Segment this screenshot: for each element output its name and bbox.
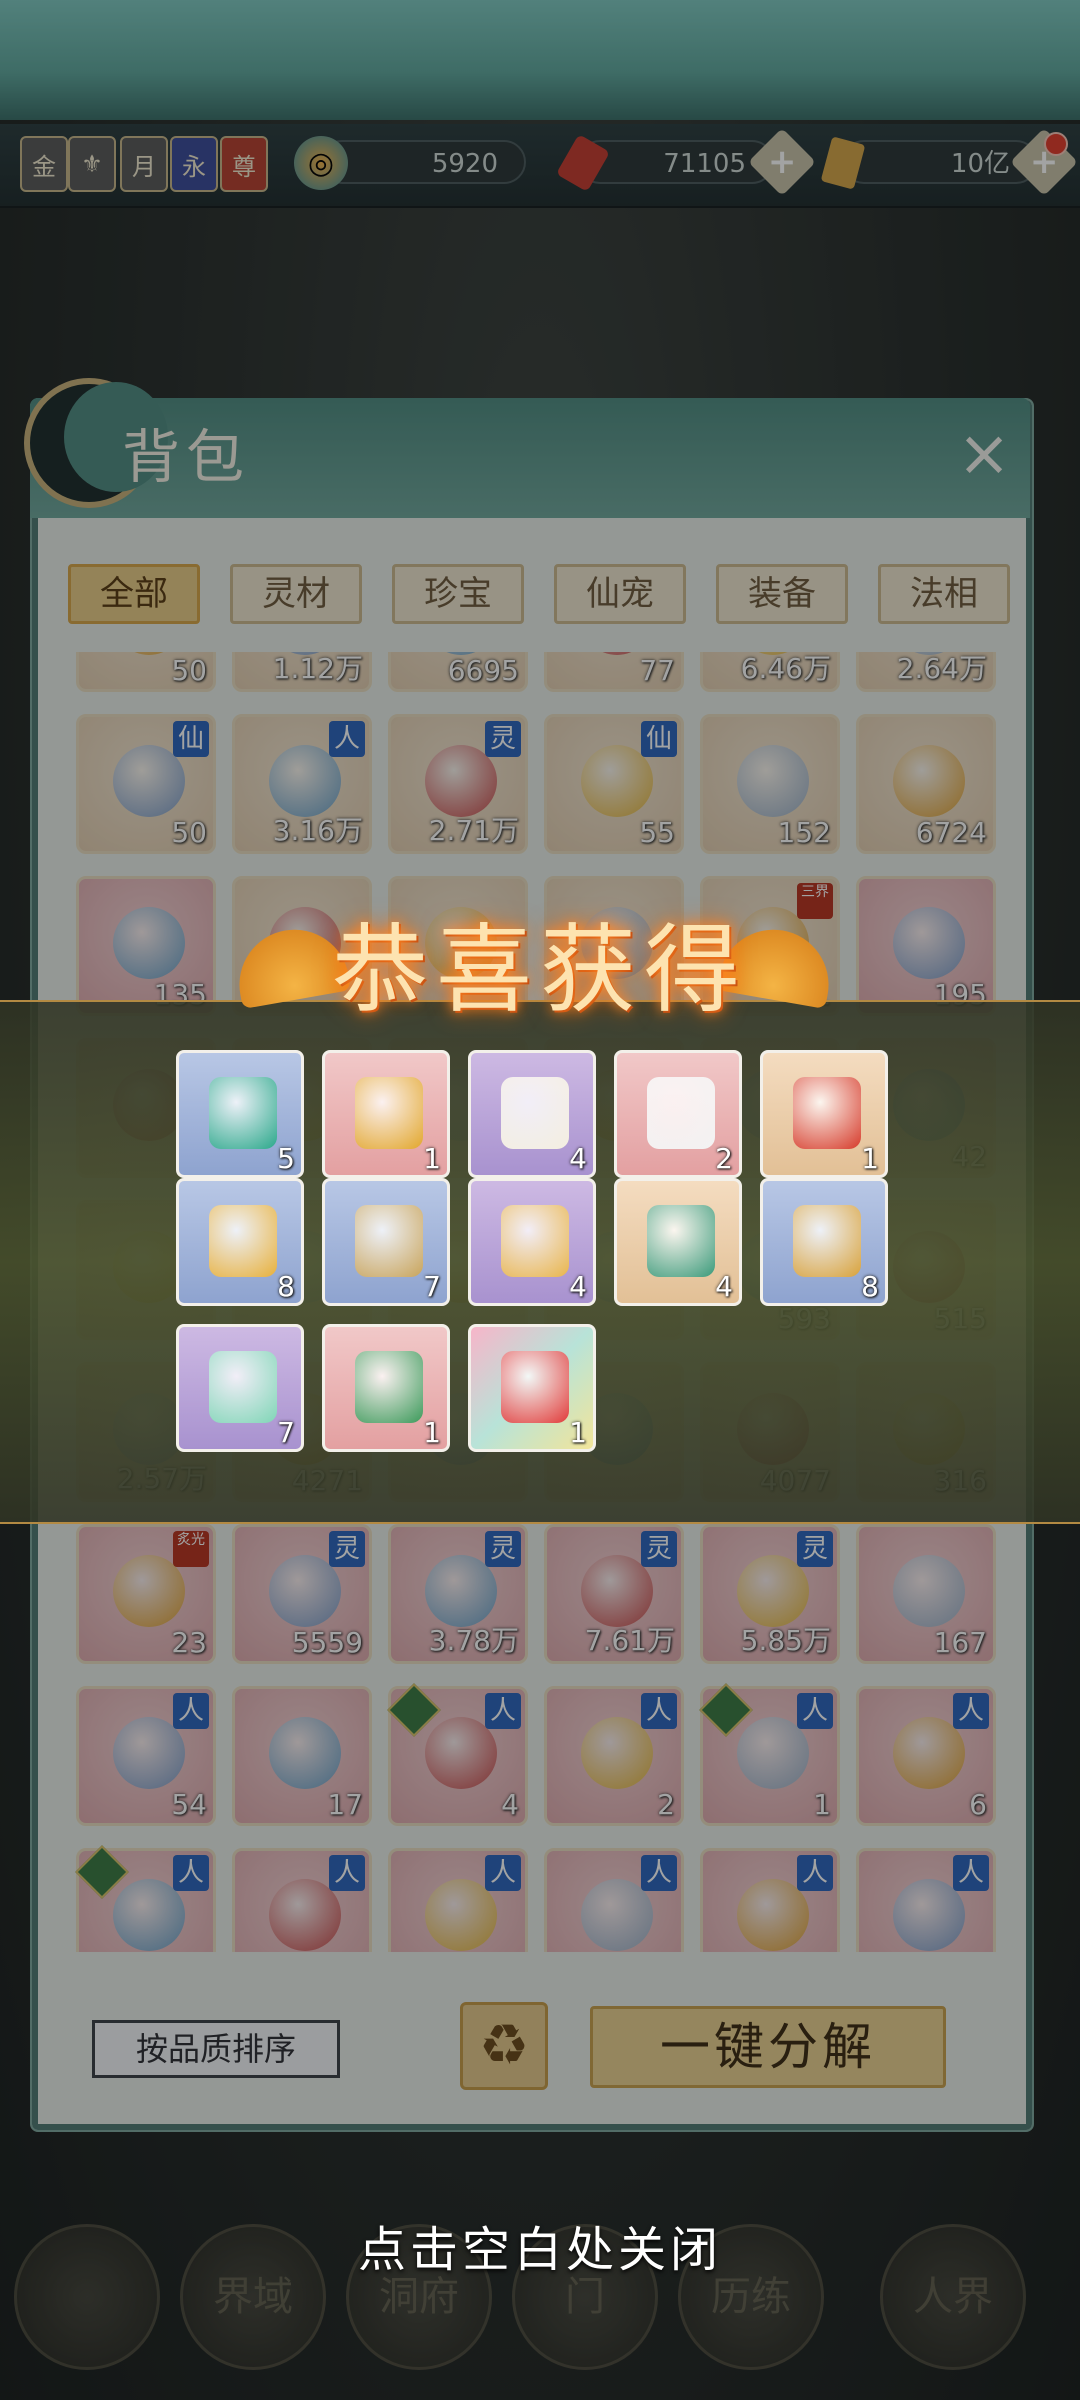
reward-item[interactable]: 8 xyxy=(176,1178,304,1306)
flower-icon xyxy=(209,1205,277,1277)
kite-icon xyxy=(501,1351,569,1423)
reward-item[interactable]: 7 xyxy=(176,1324,304,1452)
reward-item[interactable]: 8 xyxy=(760,1178,888,1306)
golden-shield-icon xyxy=(355,1077,423,1149)
reward-item[interactable]: 4 xyxy=(614,1178,742,1306)
dragon-icon xyxy=(793,1077,861,1149)
reward-count: 2 xyxy=(715,1142,733,1175)
reward-item[interactable]: 1 xyxy=(468,1324,596,1452)
reward-count: 1 xyxy=(423,1142,441,1175)
reward-count: 1 xyxy=(861,1142,879,1175)
reward-item[interactable]: 1 xyxy=(322,1050,450,1178)
reward-item[interactable]: 5 xyxy=(176,1050,304,1178)
tap-to-close-hint: 点击空白处关闭 xyxy=(357,2222,722,2278)
reward-item[interactable]: 1 xyxy=(760,1050,888,1178)
reward-count: 7 xyxy=(277,1416,295,1449)
reward-count: 4 xyxy=(569,1270,587,1303)
jade-disc-icon xyxy=(647,1205,715,1277)
reward-count: 7 xyxy=(423,1270,441,1303)
doll-figurine-icon xyxy=(501,1077,569,1149)
reward-count: 5 xyxy=(277,1142,295,1175)
pouch-icon xyxy=(647,1077,715,1149)
scroll-icon xyxy=(355,1205,423,1277)
reward-count: 8 xyxy=(861,1270,879,1303)
reward-title: 恭喜获得 xyxy=(332,914,748,1026)
reward-item[interactable]: 1 xyxy=(322,1324,450,1452)
peacock-feather-icon xyxy=(501,1205,569,1277)
reward-count: 1 xyxy=(569,1416,587,1449)
hairpin-icon xyxy=(793,1205,861,1277)
reward-count: 1 xyxy=(423,1416,441,1449)
reward-count: 8 xyxy=(277,1270,295,1303)
reward-item[interactable]: 4 xyxy=(468,1050,596,1178)
reward-item[interactable]: 4 xyxy=(468,1178,596,1306)
jade-pillow-icon xyxy=(355,1351,423,1423)
reward-count: 4 xyxy=(569,1142,587,1175)
jade-pendant-icon xyxy=(209,1077,277,1149)
reward-count: 4 xyxy=(715,1270,733,1303)
reward-item[interactable]: 7 xyxy=(322,1178,450,1306)
reward-item[interactable]: 2 xyxy=(614,1050,742,1178)
jade-dragon-icon xyxy=(209,1351,277,1423)
